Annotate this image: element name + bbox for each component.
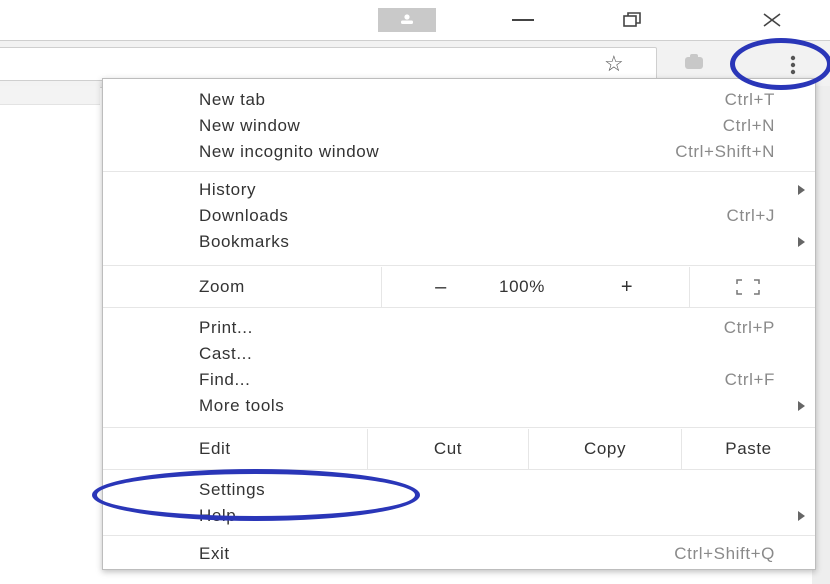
close-icon xyxy=(763,13,781,27)
menu-item-exit[interactable]: Exit Ctrl+Shift+Q xyxy=(103,541,815,567)
submenu-arrow-icon xyxy=(798,185,805,195)
menu-separator xyxy=(103,265,815,266)
menu-item-shortcut: Ctrl+F xyxy=(724,370,775,389)
zoom-out-button[interactable]: – xyxy=(393,267,489,307)
menu-item-more-tools[interactable]: More tools xyxy=(103,393,815,419)
submenu-arrow-icon xyxy=(798,237,805,247)
menu-item-label: Find... xyxy=(199,370,251,389)
copy-button[interactable]: Copy xyxy=(529,429,681,469)
menu-item-find[interactable]: Find... Ctrl+F xyxy=(103,367,815,393)
menu-item-label: Settings xyxy=(199,480,266,499)
menu-separator xyxy=(103,469,815,470)
menu-item-shortcut: Ctrl+Shift+Q xyxy=(674,544,775,563)
menu-item-label: Downloads xyxy=(199,206,289,225)
zoom-row: Zoom – 100% + xyxy=(103,267,815,307)
minimize-icon xyxy=(512,19,534,21)
menu-item-downloads[interactable]: Downloads Ctrl+J xyxy=(103,203,815,229)
menu-item-label: Cast... xyxy=(199,344,253,363)
edit-label: Edit xyxy=(199,439,231,458)
menu-item-label: Exit xyxy=(199,544,230,563)
zoom-in-button[interactable]: + xyxy=(587,267,667,307)
restore-icon xyxy=(623,12,641,27)
menu-item-history[interactable]: History xyxy=(103,177,815,203)
submenu-arrow-icon xyxy=(798,511,805,521)
menu-item-new-tab[interactable]: New tab Ctrl+T xyxy=(103,87,815,113)
menu-separator xyxy=(103,535,815,536)
close-button[interactable] xyxy=(760,8,784,32)
menu-item-label: Print... xyxy=(199,318,253,337)
menu-item-shortcut: Ctrl+T xyxy=(724,90,775,109)
fullscreen-icon xyxy=(736,279,760,295)
menu-item-label: History xyxy=(199,180,257,199)
menu-item-help[interactable]: Help xyxy=(103,503,815,529)
title-bar xyxy=(0,0,830,40)
menu-item-new-window[interactable]: New window Ctrl+N xyxy=(103,113,815,139)
menu-dots-icon xyxy=(790,55,796,75)
paste-button[interactable]: Paste xyxy=(682,429,815,469)
menu-item-label: New window xyxy=(199,116,301,135)
extension-icon[interactable] xyxy=(683,53,705,73)
menu-item-label: Bookmarks xyxy=(199,232,290,251)
restore-button[interactable] xyxy=(620,8,644,32)
menu-item-cast[interactable]: Cast... xyxy=(103,341,815,367)
menu-item-settings[interactable]: Settings xyxy=(103,477,815,503)
profile-button[interactable] xyxy=(378,8,436,32)
tab-strip-remnant xyxy=(0,86,100,105)
menu-separator xyxy=(103,427,815,428)
menu-item-label: More tools xyxy=(199,396,285,415)
app-menu: New tab Ctrl+T New window Ctrl+N New inc… xyxy=(102,78,816,570)
menu-item-new-incognito-window[interactable]: New incognito window Ctrl+Shift+N xyxy=(103,139,815,165)
menu-item-label: Help xyxy=(199,506,237,525)
menu-item-shortcut: Ctrl+P xyxy=(723,318,775,337)
divider xyxy=(381,267,382,307)
menu-button[interactable] xyxy=(772,49,814,81)
menu-item-shortcut: Ctrl+Shift+N xyxy=(675,142,775,161)
menu-separator xyxy=(103,171,815,172)
menu-item-print[interactable]: Print... Ctrl+P xyxy=(103,315,815,341)
star-icon[interactable]: ☆ xyxy=(604,52,624,76)
fullscreen-button[interactable] xyxy=(703,267,793,307)
menu-item-bookmarks[interactable]: Bookmarks xyxy=(103,229,815,255)
menu-item-shortcut: Ctrl+N xyxy=(722,116,775,135)
menu-item-label: New tab xyxy=(199,90,266,109)
zoom-level: 100% xyxy=(499,277,545,296)
menu-item-shortcut: Ctrl+J xyxy=(726,206,775,225)
cut-button[interactable]: Cut xyxy=(368,429,528,469)
submenu-arrow-icon xyxy=(798,401,805,411)
menu-separator xyxy=(103,307,815,308)
address-bar[interactable]: ☆ xyxy=(0,47,657,81)
profile-icon xyxy=(401,14,413,24)
edit-row: Edit Cut Copy Paste xyxy=(103,429,815,469)
divider xyxy=(689,267,690,307)
minimize-button[interactable] xyxy=(508,8,538,32)
menu-item-label: New incognito window xyxy=(199,142,380,161)
zoom-label: Zoom xyxy=(199,277,245,296)
